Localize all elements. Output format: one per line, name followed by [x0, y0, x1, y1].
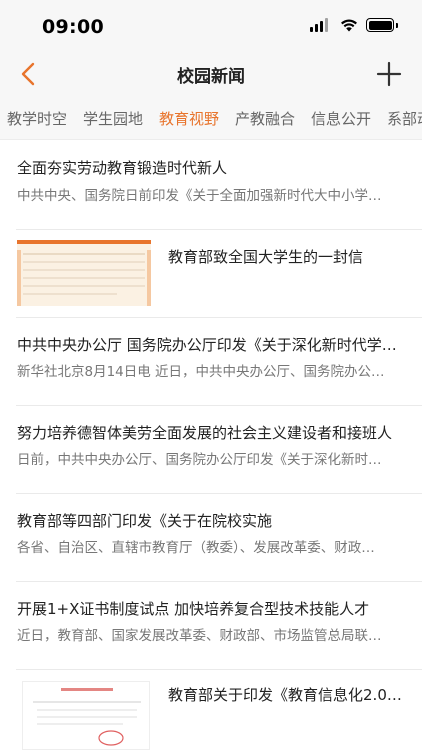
news-title: 教育部关于印发《教育信息化2.0…	[168, 686, 402, 704]
news-item[interactable]: 教育部关于印发《教育信息化2.0…	[0, 670, 422, 750]
tab-industry-education[interactable]: 产教融合	[235, 108, 295, 129]
tab-department[interactable]: 系部动	[387, 108, 422, 129]
news-title: 开展1+X证书制度试点 加快培养复合型技术技能人才	[17, 600, 370, 618]
news-item[interactable]: 努力培养德智体美劳全面发展的社会主义建设者和接班人 日前，中共中央办公厅、国务院…	[0, 406, 422, 494]
news-title: 努力培养德智体美劳全面发展的社会主义建设者和接班人	[17, 424, 393, 442]
tab-education-vision[interactable]: 教育视野	[159, 108, 219, 129]
news-summary: 日前，中共中央办公厅、国务院办公厅印发《关于深化新时…	[17, 452, 382, 468]
status-bar: 09:00	[0, 0, 422, 54]
tab-student-garden[interactable]: 学生园地	[83, 108, 143, 129]
news-title: 中共中央办公厅 国务院办公厅印发《关于深化新时代学…	[17, 336, 397, 354]
wifi-icon	[341, 19, 357, 32]
news-summary: 各省、自治区、直辖市教育厅（教委）、发展改革委、财政…	[17, 540, 375, 556]
tab-information-public[interactable]: 信息公开	[311, 108, 371, 129]
status-icons	[310, 18, 398, 32]
news-thumbnail	[22, 681, 150, 750]
news-summary: 新华社北京8月14日电 近日，中共中央办公厅、国务院办公…	[17, 364, 385, 380]
battery-icon	[366, 18, 398, 32]
news-title: 教育部致全国大学生的一封信	[168, 248, 364, 266]
category-tabs: 教学时空 学生园地 教育视野 产教融合 信息公开 系部动	[0, 94, 422, 140]
plus-icon[interactable]	[374, 59, 404, 89]
status-time: 09:00	[42, 16, 104, 38]
news-summary: 中共中央、国务院日前印发《关于全面加强新时代大中小学…	[17, 188, 382, 204]
news-item[interactable]: 教育部致全国大学生的一封信	[0, 230, 422, 318]
page-title: 校园新闻	[177, 67, 245, 87]
news-item[interactable]: 开展1+X证书制度试点 加快培养复合型技术技能人才 近日，教育部、国家发展改革委…	[0, 582, 422, 670]
news-summary: 近日，教育部、国家发展改革委、财政部、市场监管总局联…	[17, 628, 382, 644]
tab-teaching[interactable]: 教学时空	[7, 108, 67, 129]
news-item[interactable]: 全面夯实劳动教育锻造时代新人 中共中央、国务院日前印发《关于全面加强新时代大中小…	[0, 140, 422, 230]
news-title: 全面夯实劳动教育锻造时代新人	[17, 159, 228, 177]
signal-icon	[310, 18, 332, 32]
news-item[interactable]: 教育部等四部门印发《关于在院校实施 各省、自治区、直辖市教育厅（教委）、发展改革…	[0, 494, 422, 582]
nav-bar: 校园新闻	[0, 54, 422, 94]
news-title: 教育部等四部门印发《关于在院校实施	[17, 512, 273, 530]
news-item[interactable]: 中共中央办公厅 国务院办公厅印发《关于深化新时代学… 新华社北京8月14日电 近…	[0, 318, 422, 406]
news-thumbnail	[17, 240, 151, 306]
